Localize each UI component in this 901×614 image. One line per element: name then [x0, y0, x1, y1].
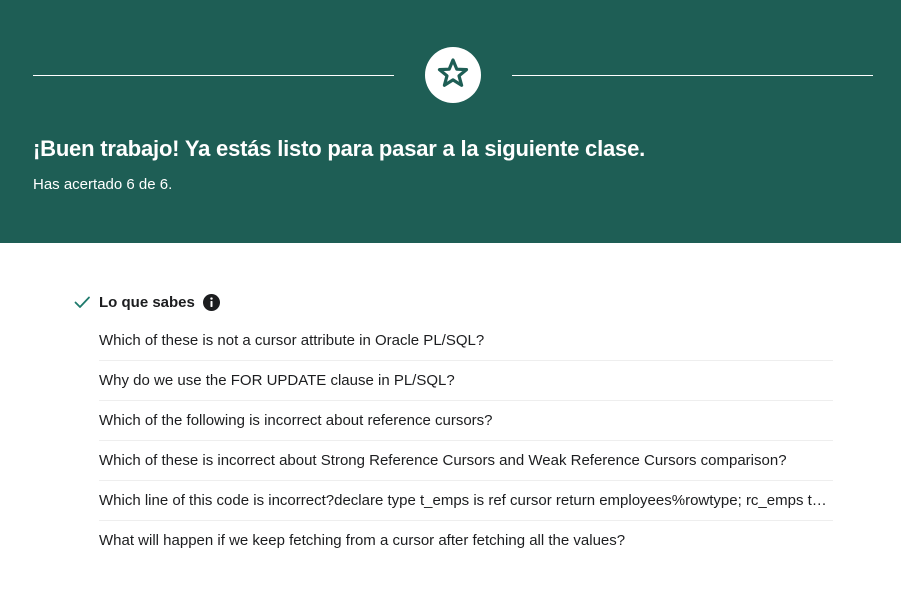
- question-item[interactable]: Which of these is not a cursor attribute…: [99, 321, 833, 361]
- what-you-know-header: Lo que sabes: [73, 291, 220, 313]
- divider-left: [33, 75, 394, 76]
- divider-right: [512, 75, 873, 76]
- question-item[interactable]: Which of the following is incorrect abou…: [99, 401, 833, 441]
- question-item[interactable]: Why do we use the FOR UPDATE clause in P…: [99, 361, 833, 401]
- success-headline: ¡Buen trabajo! Ya estás listo para pasar…: [33, 136, 646, 161]
- star-badge: [425, 47, 481, 103]
- question-item[interactable]: Which line of this code is incorrect?dec…: [99, 481, 833, 521]
- star-icon: [435, 55, 471, 96]
- question-item[interactable]: What will happen if we keep fetching fro…: [99, 521, 833, 560]
- question-list: Which of these is not a cursor attribute…: [99, 321, 833, 560]
- score-text: Has acertado 6 de 6.: [33, 176, 173, 193]
- info-icon[interactable]: [202, 293, 220, 311]
- question-item[interactable]: Which of these is incorrect about Strong…: [99, 441, 833, 481]
- results-banner: ¡Buen trabajo! Ya estás listo para pasar…: [0, 0, 901, 243]
- section-title: Lo que sabes: [99, 293, 195, 311]
- check-icon: [73, 293, 91, 311]
